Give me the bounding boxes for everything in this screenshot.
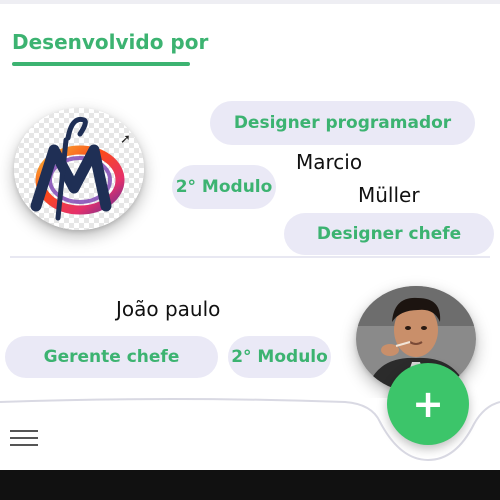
hamburger-menu-icon[interactable] bbox=[10, 430, 38, 448]
top-separator bbox=[0, 0, 500, 4]
section-title: Desenvolvido por bbox=[12, 30, 209, 54]
logo-m-icon bbox=[14, 108, 144, 230]
plus-icon: + bbox=[412, 382, 444, 426]
developer-2-role-1: Gerente chefe bbox=[5, 336, 218, 378]
developer-1-first-name: Marcio bbox=[296, 150, 363, 174]
developer-1-last-name: Müller bbox=[358, 183, 420, 207]
developer-1-avatar bbox=[14, 108, 144, 230]
developer-2-role-2: 2° Modulo bbox=[228, 336, 331, 378]
title-underline bbox=[12, 62, 190, 66]
developer-1-role-1: Designer programador bbox=[210, 101, 475, 145]
developer-1-role-2: 2° Modulo bbox=[172, 165, 276, 209]
add-fab-button[interactable]: + bbox=[387, 363, 469, 445]
developer-1-role-3: Designer chefe bbox=[284, 213, 494, 255]
system-bar bbox=[0, 470, 500, 500]
small-arrow-icon: ➚ bbox=[120, 132, 131, 147]
developer-divider bbox=[10, 256, 490, 258]
developer-2-name: João paulo bbox=[116, 297, 221, 321]
